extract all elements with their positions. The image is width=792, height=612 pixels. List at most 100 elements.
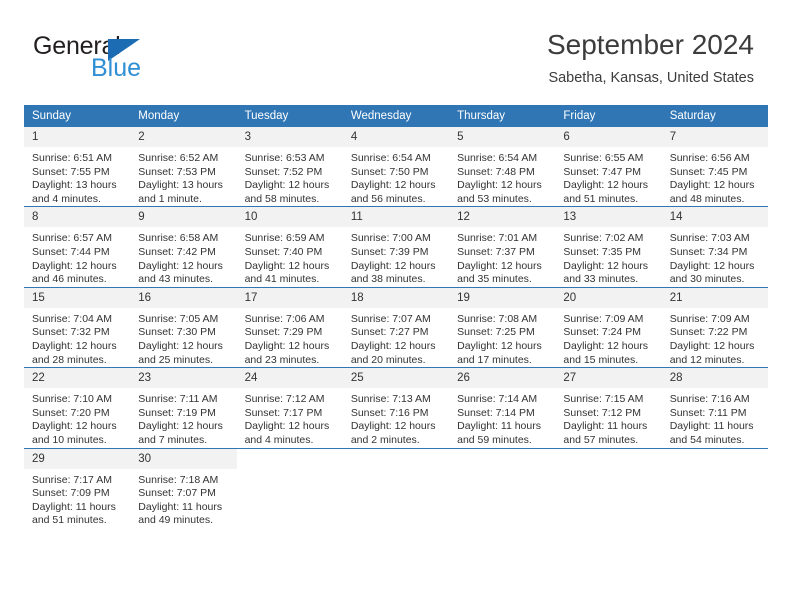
sunset-text: Sunset: 7:32 PM [32,326,110,339]
page-header: General Blue September 2024 Sabetha, Kan… [0,0,792,100]
sunrise-text: Sunrise: 6:54 AM [457,152,538,164]
day-number: 17 [236,287,343,308]
calendar-day-cell[interactable]: 27 Sunrise: 7:15 AM Sunset: 7:12 PM Dayligh… [555,367,662,448]
sunset-text: Sunset: 7:53 PM [138,165,216,178]
calendar-day-cell[interactable]: 3 Sunrise: 6:53 AM Sunset: 7:52 PM Daylight… [236,127,343,207]
sunset-text: Sunset: 7:35 PM [563,245,642,258]
sunrise-text: Sunrise: 7:06 AM [244,312,325,325]
calendar-day-cell[interactable]: 15 Sunrise: 7:04 AM Sunset: 7:32 PM Dayligh… [24,286,131,368]
calendar-day-cell[interactable]: 18 Sunrise: 7:07 AM Sunset: 7:27 PM Dayligh… [342,286,450,368]
sunset-text: Sunset: 7:19 PM [138,406,216,419]
calendar-day-cell[interactable]: 26 Sunrise: 7:14 AM Sunset: 7:14 PM Dayligh… [449,367,556,448]
day-number [342,448,450,469]
sunset-text: Sunset: 7:07 PM [138,487,216,500]
day-info: Sunrise: 6:54 AM Sunset: 7:48 PM Daylight:… [449,147,555,206]
calendar-day-cell[interactable]: 22 Sunrise: 7:10 AM Sunset: 7:20 PM Dayligh… [24,367,131,448]
sunrise-text: Sunrise: 7:07 AM [350,312,431,325]
day-number [661,448,768,469]
calendar-day-cell[interactable]: 17 Sunrise: 7:06 AM Sunset: 7:29 PM Dayligh… [236,286,343,368]
sunset-text: Sunset: 7:50 PM [350,165,429,178]
daylight-text: Daylight: 13 hours and 1 minute. [138,179,223,205]
daylight-text: Daylight: 12 hours and 25 minutes. [138,339,223,366]
calendar-day-cell[interactable]: 28 Sunrise: 7:16 AM Sunset: 7:11 PM Dayligh… [661,367,768,448]
sunset-text: Sunset: 7:37 PM [457,245,535,258]
day-info: Sunrise: 6:51 AM Sunset: 7:55 PM Daylight:… [24,147,130,206]
day-number: 27 [555,368,662,389]
sunset-text: Sunset: 7:55 PM [32,165,110,178]
calendar-day-cell[interactable]: 30 Sunrise: 7:18 AM Sunset: 7:07 PM Dayligh… [130,447,237,528]
daylight-text: Daylight: 12 hours and 48 minutes. [669,179,755,205]
day-number: 15 [24,287,131,308]
day-info: Sunrise: 7:00 AM Sunset: 7:39 PM Daylight:… [343,227,449,286]
calendar-day-cell[interactable]: 13 Sunrise: 7:02 AM Sunset: 7:35 PM Dayligh… [555,206,662,288]
day-number: 10 [236,207,343,228]
calendar-day-cell[interactable]: 20 Sunrise: 7:09 AM Sunset: 7:24 PM Dayligh… [555,286,662,368]
calendar-day-cell[interactable]: 19 Sunrise: 7:08 AM Sunset: 7:25 PM Dayligh… [449,286,556,368]
calendar-day-cell[interactable]: 12 Sunrise: 7:01 AM Sunset: 7:37 PM Dayligh… [449,206,556,288]
sunrise-text: Sunrise: 7:11 AM [138,393,218,406]
daylight-text: Daylight: 12 hours and 38 minutes. [350,259,436,286]
day-info: Sunrise: 6:56 AM Sunset: 7:45 PM Daylight:… [662,147,768,206]
calendar-day-cell[interactable]: 24 Sunrise: 7:12 AM Sunset: 7:17 PM Dayligh… [236,367,343,448]
day-info: Sunrise: 7:11 AM Sunset: 7:19 PM Daylight:… [130,388,236,447]
sunset-text: Sunset: 7:29 PM [244,326,323,339]
sunrise-text: Sunrise: 7:15 AM [563,393,644,406]
calendar-day-cell[interactable]: 1 Sunrise: 6:51 AM Sunset: 7:55 PM Daylight… [24,127,131,207]
sunset-text: Sunset: 7:17 PM [244,406,323,419]
calendar-day-cell[interactable]: 6 Sunrise: 6:55 AM Sunset: 7:47 PM Daylight… [555,127,662,207]
calendar-day-cell[interactable]: 23 Sunrise: 7:11 AM Sunset: 7:19 PM Dayligh… [130,367,237,448]
calendar-day-cell[interactable]: 14 Sunrise: 7:03 AM Sunset: 7:34 PM Dayligh… [661,206,768,288]
calendar-day-cell[interactable]: 9 Sunrise: 6:58 AM Sunset: 7:42 PM Daylight… [130,206,237,288]
calendar-day-cell[interactable]: 29 Sunrise: 7:17 AM Sunset: 7:09 PM Dayligh… [24,447,131,528]
sunset-text: Sunset: 7:27 PM [350,326,429,339]
day-number: 7 [661,127,768,147]
sunrise-text: Sunrise: 7:09 AM [669,312,750,325]
weekday-header-sunday: Sunday [24,105,131,127]
day-info: Sunrise: 7:01 AM Sunset: 7:37 PM Daylight:… [449,227,555,286]
calendar-day-cell[interactable]: 21 Sunrise: 7:09 AM Sunset: 7:22 PM Dayligh… [661,286,768,368]
calendar-day-cell[interactable]: 16 Sunrise: 7:05 AM Sunset: 7:30 PM Dayligh… [130,286,237,368]
calendar-day-cell[interactable]: 11 Sunrise: 7:00 AM Sunset: 7:39 PM Dayligh… [342,206,450,288]
sunrise-text: Sunrise: 7:10 AM [32,393,112,406]
calendar-day-cell[interactable]: 7 Sunrise: 6:56 AM Sunset: 7:45 PM Daylight… [661,127,768,207]
day-info: Sunrise: 7:10 AM Sunset: 7:20 PM Daylight:… [24,388,130,447]
sunrise-text: Sunrise: 6:52 AM [138,152,219,164]
day-number: 5 [449,127,556,147]
sunrise-text: Sunrise: 7:17 AM [32,473,112,486]
day-number: 29 [24,448,131,469]
calendar-day-cell[interactable]: 10 Sunrise: 6:59 AM Sunset: 7:40 PM Dayligh… [236,206,343,288]
sunset-text: Sunset: 7:39 PM [350,245,429,258]
sunset-text: Sunset: 7:25 PM [457,326,535,339]
daylight-text: Daylight: 12 hours and 33 minutes. [563,259,649,286]
weekday-header-wednesday: Wednesday [342,105,450,127]
calendar-day-cell[interactable]: 4 Sunrise: 6:54 AM Sunset: 7:50 PM Daylight… [342,127,450,207]
sunrise-text: Sunrise: 7:16 AM [669,393,750,406]
day-info: Sunrise: 6:55 AM Sunset: 7:47 PM Daylight:… [555,147,661,206]
sunrise-text: Sunrise: 7:14 AM [457,393,538,406]
day-info: Sunrise: 7:15 AM Sunset: 7:12 PM Daylight:… [555,388,661,447]
daylight-text: Daylight: 12 hours and 30 minutes. [669,259,755,286]
sunrise-text: Sunrise: 6:55 AM [563,152,644,164]
day-number: 8 [24,207,131,228]
sunset-text: Sunset: 7:24 PM [563,326,642,339]
general-blue-logo[interactable]: General Blue [33,33,213,89]
daylight-text: Daylight: 12 hours and 7 minutes. [138,420,223,446]
daylight-text: Daylight: 12 hours and 35 minutes. [457,259,542,286]
calendar-day-cell[interactable]: 2 Sunrise: 6:52 AM Sunset: 7:53 PM Daylight… [130,127,237,207]
day-info: Sunrise: 7:04 AM Sunset: 7:32 PM Daylight:… [24,308,130,367]
calendar-day-cell[interactable]: 25 Sunrise: 7:13 AM Sunset: 7:16 PM Dayligh… [342,367,450,448]
daylight-text: Daylight: 12 hours and 46 minutes. [32,259,117,286]
daylight-text: Daylight: 12 hours and 15 minutes. [563,339,649,366]
calendar-day-cell[interactable]: 5 Sunrise: 6:54 AM Sunset: 7:48 PM Daylight… [449,127,556,207]
sunrise-text: Sunrise: 7:12 AM [244,393,325,406]
day-info: Sunrise: 7:05 AM Sunset: 7:30 PM Daylight:… [130,308,236,367]
sunrise-text: Sunrise: 6:58 AM [138,232,219,245]
day-number: 24 [236,368,343,389]
calendar-body: 1 Sunrise: 6:51 AM Sunset: 7:55 PM Daylight… [24,127,768,528]
sunrise-text: Sunrise: 6:51 AM [32,152,112,164]
sunset-text: Sunset: 7:40 PM [244,245,323,258]
sunrise-sunset-calendar: Sunday Monday Tuesday Wednesday Thursday… [24,105,768,528]
sunrise-text: Sunrise: 6:54 AM [350,152,431,164]
calendar-empty-cell [555,447,662,528]
calendar-day-cell[interactable]: 8 Sunrise: 6:57 AM Sunset: 7:44 PM Daylight… [24,206,131,288]
